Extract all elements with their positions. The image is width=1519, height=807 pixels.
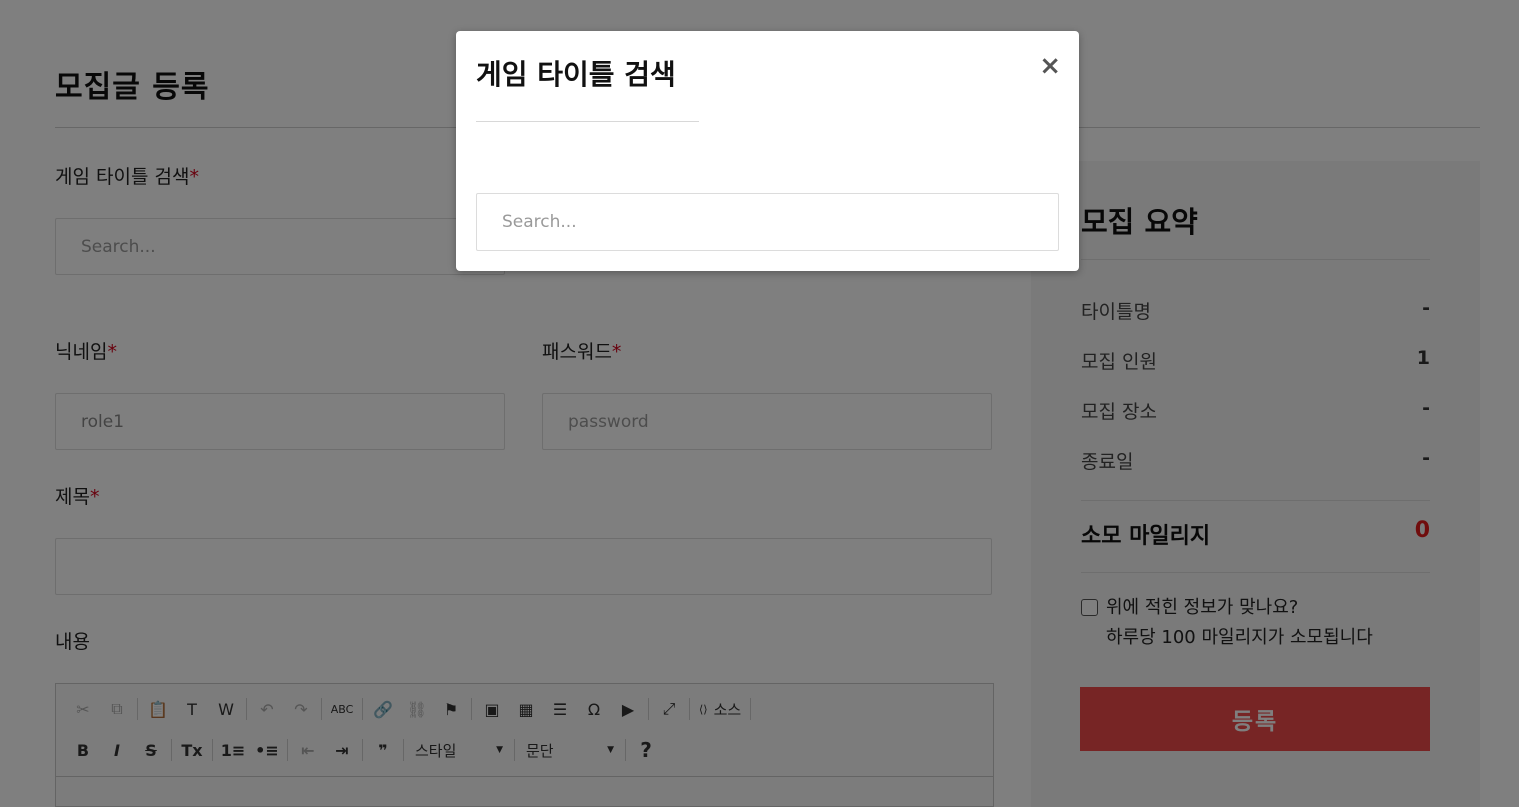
modal-search-input[interactable]: [476, 193, 1059, 251]
modal-title: 게임 타이틀 검색: [476, 58, 676, 91]
close-icon[interactable]: ×: [1039, 53, 1061, 79]
game-title-search-modal: 게임 타이틀 검색 ×: [456, 31, 1079, 271]
modal-title-divider: [476, 121, 699, 122]
